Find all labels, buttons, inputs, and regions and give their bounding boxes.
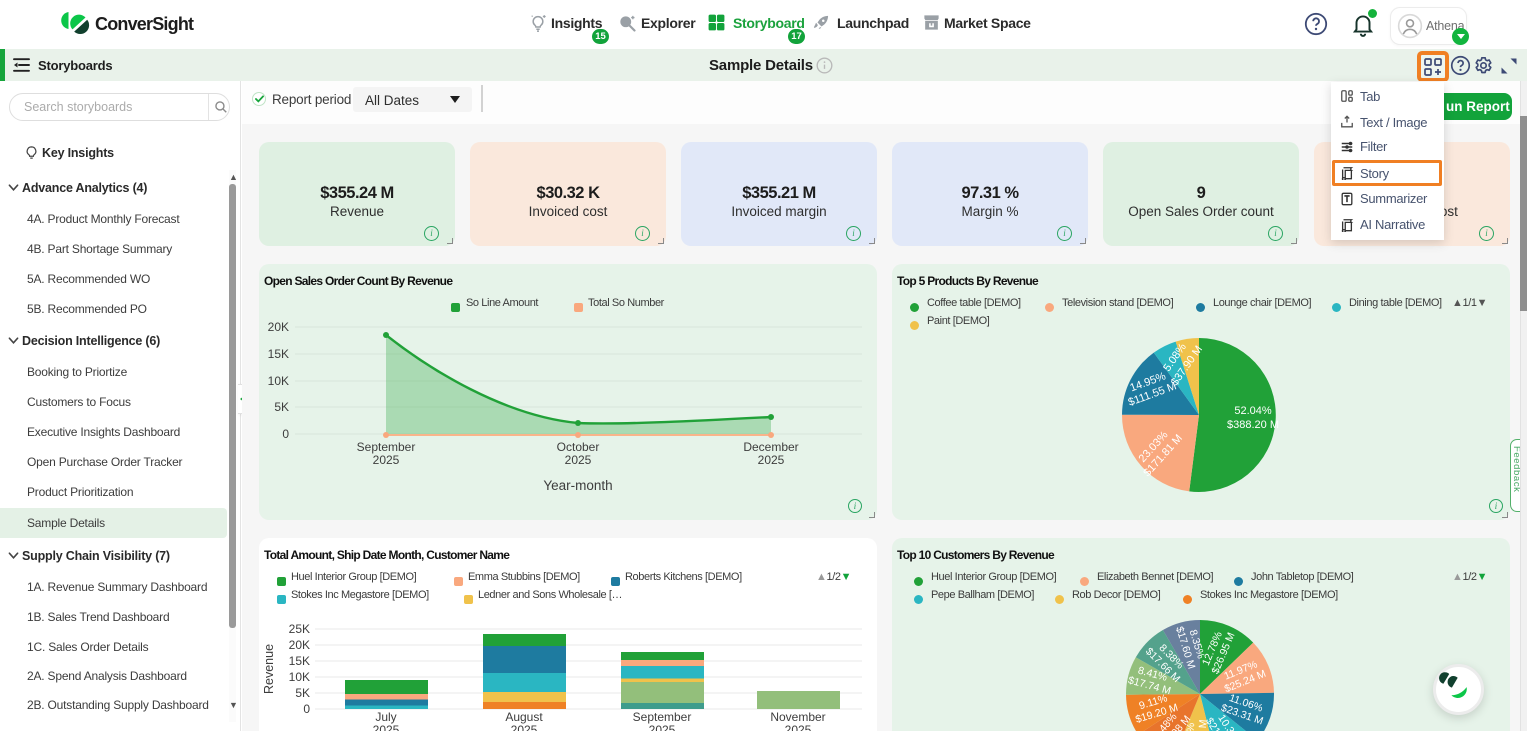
svg-text:20K: 20K	[289, 638, 310, 652]
svg-text:5K: 5K	[274, 400, 289, 414]
svg-text:December: December	[743, 440, 798, 454]
svg-text:October: October	[557, 440, 600, 454]
svg-text:5K: 5K	[295, 686, 310, 700]
svg-text:10K: 10K	[268, 374, 289, 388]
svg-text:52.04%: 52.04%	[1234, 405, 1272, 417]
svg-text:10K: 10K	[289, 670, 310, 684]
svg-text:2025: 2025	[373, 723, 400, 731]
svg-text:2025: 2025	[758, 453, 785, 467]
svg-text:September: September	[357, 440, 416, 454]
svg-text:2025: 2025	[785, 723, 812, 731]
svg-text:2025: 2025	[649, 723, 676, 731]
svg-text:November: November	[770, 710, 825, 724]
svg-text:August: August	[505, 710, 543, 724]
svg-text:July: July	[375, 710, 396, 724]
svg-text:Year-month: Year-month	[543, 478, 612, 493]
svg-text:15K: 15K	[268, 347, 289, 361]
svg-text:2025: 2025	[565, 453, 592, 467]
svg-text:25K: 25K	[289, 622, 310, 636]
svg-text:2025: 2025	[511, 723, 538, 731]
svg-text:Revenue: Revenue	[262, 644, 276, 694]
svg-text:0: 0	[282, 427, 289, 441]
svg-text:20K: 20K	[268, 320, 289, 334]
svg-text:$21.42 M: $21.42 M	[1194, 719, 1209, 731]
svg-text:$388.20 M: $388.20 M	[1227, 419, 1279, 431]
svg-text:0: 0	[303, 702, 310, 716]
svg-text:September: September	[633, 710, 692, 724]
svg-text:2025: 2025	[373, 453, 400, 467]
svg-text:15K: 15K	[289, 654, 310, 668]
